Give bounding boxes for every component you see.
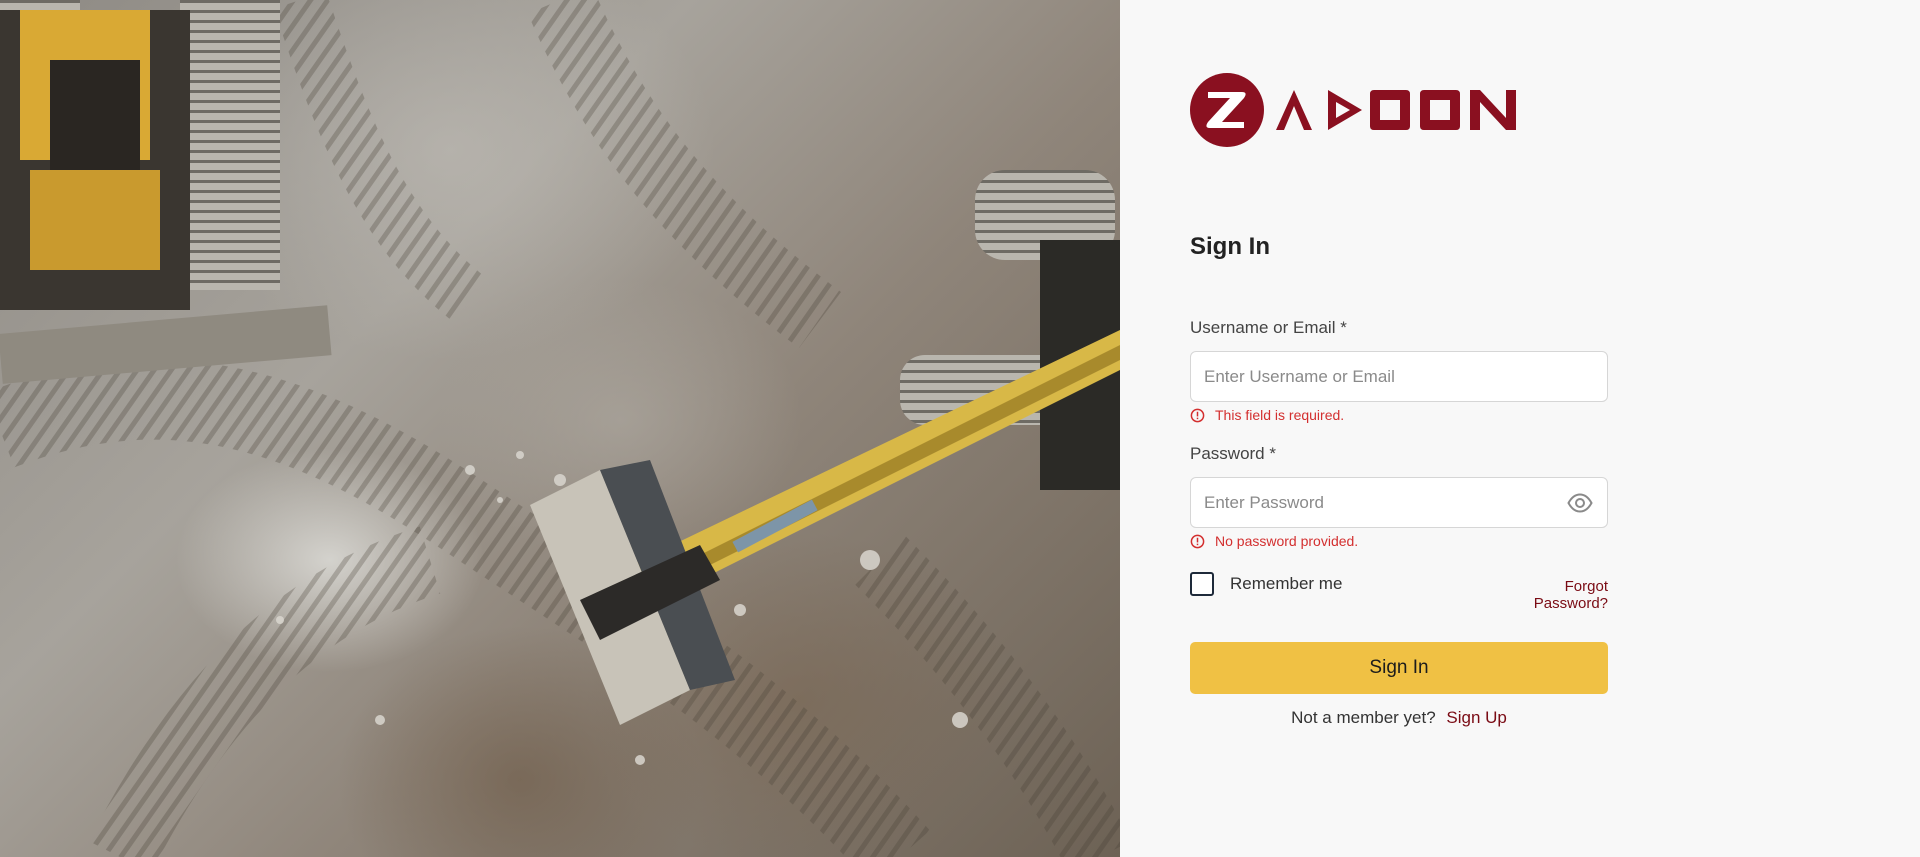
username-error: This field is required. [1190, 407, 1344, 423]
z-letter-icon [1206, 92, 1246, 128]
excavator-scene-illustration [0, 0, 1120, 857]
hero-photo [0, 0, 1120, 857]
sign-in-button[interactable]: Sign In [1190, 642, 1608, 694]
sign-up-link[interactable]: Sign Up [1446, 708, 1506, 727]
error-circle-icon [1190, 534, 1205, 548]
forgot-password-link[interactable]: Forgot Password? [1488, 578, 1608, 612]
sign-up-prompt-text: Not a member yet? [1291, 708, 1436, 727]
password-error: No password provided. [1190, 533, 1358, 549]
sign-in-heading: Sign In [1190, 233, 1270, 260]
username-label: Username or Email * [1190, 318, 1347, 337]
remember-me-checkbox[interactable] [1190, 572, 1214, 596]
username-error-text: This field is required. [1215, 407, 1345, 423]
brand-logo [1190, 70, 1520, 150]
username-field-wrapper [1190, 351, 1608, 402]
password-error-text: No password provided. [1215, 533, 1359, 549]
sign-in-page: Sign In Username or Email * This field i… [0, 0, 1920, 857]
password-input[interactable] [1191, 478, 1607, 527]
eye-icon[interactable] [1567, 492, 1593, 514]
sign-in-panel: Sign In Username or Email * This field i… [1120, 0, 1920, 857]
error-circle-icon [1190, 408, 1205, 422]
logo-mark [1190, 73, 1264, 147]
sign-up-prompt: Not a member yet? Sign Up [1190, 708, 1608, 728]
logo-wordmark [1276, 90, 1516, 130]
remember-me-row: Remember me [1190, 572, 1342, 596]
remember-me-label[interactable]: Remember me [1230, 574, 1342, 594]
username-input[interactable] [1191, 352, 1607, 401]
password-field-wrapper [1190, 477, 1608, 528]
password-label: Password * [1190, 444, 1276, 463]
